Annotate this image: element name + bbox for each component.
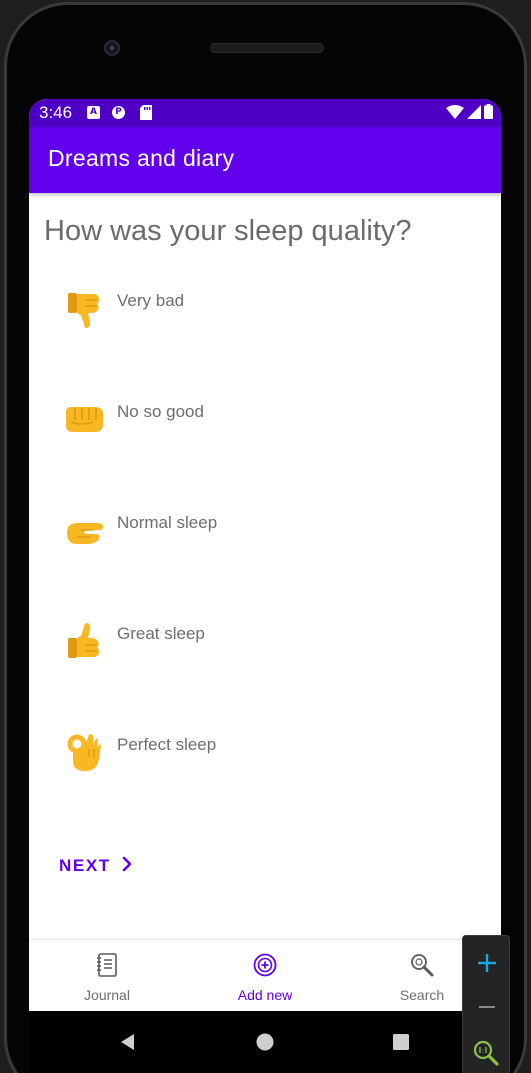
status-bar: 3:46 A P bbox=[29, 99, 501, 127]
app-screen: 3:46 A P Dreams and diary How was your s… bbox=[29, 99, 501, 1011]
zoom-out-icon[interactable] bbox=[463, 984, 511, 1028]
nav-label: Journal bbox=[84, 987, 130, 1003]
thumbs-down-emoji-icon bbox=[63, 287, 107, 331]
option-normal-sleep[interactable]: Normal sleep bbox=[59, 509, 459, 569]
app-title: Dreams and diary bbox=[48, 145, 235, 171]
status-indicators bbox=[446, 103, 493, 123]
thumbs-up-emoji-icon bbox=[63, 620, 107, 664]
option-label: Normal sleep bbox=[117, 513, 218, 532]
earpiece-speaker bbox=[210, 43, 324, 53]
option-label: Perfect sleep bbox=[117, 735, 217, 754]
status-time: 3:46 bbox=[39, 103, 73, 122]
bottom-navigation: Journal Add new Search bbox=[29, 939, 501, 1011]
question-heading: How was your sleep quality? bbox=[44, 215, 412, 247]
option-no-so-good[interactable]: No so good bbox=[59, 398, 459, 458]
nav-add-new[interactable]: Add new bbox=[200, 940, 330, 1011]
next-button[interactable]: NEXT bbox=[59, 851, 133, 881]
notification-a-icon: A bbox=[87, 106, 100, 119]
notification-p-icon: P bbox=[112, 106, 125, 119]
system-navigation-bar bbox=[29, 1011, 501, 1073]
option-label: No so good bbox=[117, 402, 204, 421]
option-great-sleep[interactable]: Great sleep bbox=[59, 620, 459, 680]
chevron-right-icon bbox=[121, 856, 133, 876]
pinching-hand-emoji-icon bbox=[63, 509, 107, 553]
home-circle-icon[interactable] bbox=[254, 1031, 276, 1053]
recents-square-icon[interactable] bbox=[390, 1031, 412, 1053]
ok-hand-emoji-icon bbox=[63, 731, 107, 775]
option-label: Very bad bbox=[117, 291, 185, 310]
zoom-actual-size-icon[interactable] bbox=[463, 1030, 511, 1073]
notebook-icon bbox=[94, 952, 120, 978]
front-camera bbox=[104, 40, 120, 56]
back-triangle-icon[interactable] bbox=[117, 1031, 139, 1053]
nav-label: Add new bbox=[237, 987, 293, 1003]
search-icon bbox=[409, 952, 435, 978]
app-bar: Dreams and diary bbox=[29, 127, 501, 193]
wifi-icon bbox=[446, 104, 464, 123]
zoom-in-icon[interactable] bbox=[463, 940, 511, 984]
option-label: Great sleep bbox=[117, 624, 205, 643]
next-button-label: NEXT bbox=[59, 856, 111, 875]
option-very-bad[interactable]: Very bad bbox=[59, 287, 459, 347]
cell-signal-icon bbox=[467, 104, 481, 123]
nav-journal[interactable]: Journal bbox=[42, 940, 172, 1011]
fist-emoji-icon bbox=[63, 398, 107, 442]
phone-frame: 3:46 A P Dreams and diary How was your s… bbox=[0, 0, 531, 1073]
option-perfect-sleep[interactable]: Perfect sleep bbox=[59, 731, 459, 791]
add-circle-icon bbox=[252, 952, 278, 978]
emulator-zoom-panel bbox=[462, 935, 510, 1073]
battery-icon bbox=[484, 103, 493, 123]
sd-card-icon bbox=[140, 105, 152, 124]
